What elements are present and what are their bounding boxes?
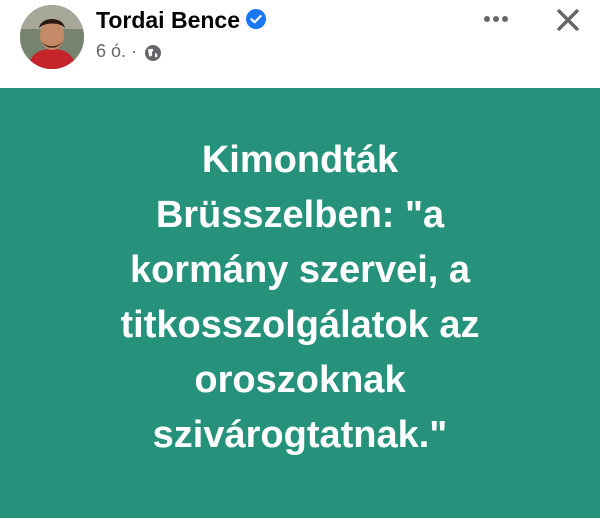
- verified-badge-icon: [246, 9, 266, 29]
- globe-icon: [145, 45, 161, 61]
- post-text-line: szivárogtatnak.": [152, 414, 448, 456]
- post-text-line: titkosszolgálatok az: [120, 304, 480, 346]
- author-name[interactable]: Tordai Bence: [96, 7, 240, 34]
- post-text-card: Kimondták Brüsszelben: "a kormány szerve…: [0, 88, 600, 518]
- post-text-line: Brüsszelben: "a: [155, 194, 445, 236]
- post-timestamp[interactable]: 6 ó. ·: [96, 41, 137, 62]
- post-text: Kimondták Brüsszelben: "a kormány szerve…: [60, 133, 540, 463]
- more-options-icon[interactable]: [478, 6, 514, 32]
- post-text-line: oroszoknak: [194, 359, 406, 401]
- avatar-image: [20, 5, 84, 69]
- close-icon[interactable]: [552, 4, 584, 36]
- post-header: Tordai Bence 6 ó. ·: [0, 0, 600, 88]
- post-text-line: Kimondták: [201, 139, 399, 181]
- post-text-line: kormány szervei, a: [129, 249, 471, 291]
- author-avatar[interactable]: [20, 5, 84, 69]
